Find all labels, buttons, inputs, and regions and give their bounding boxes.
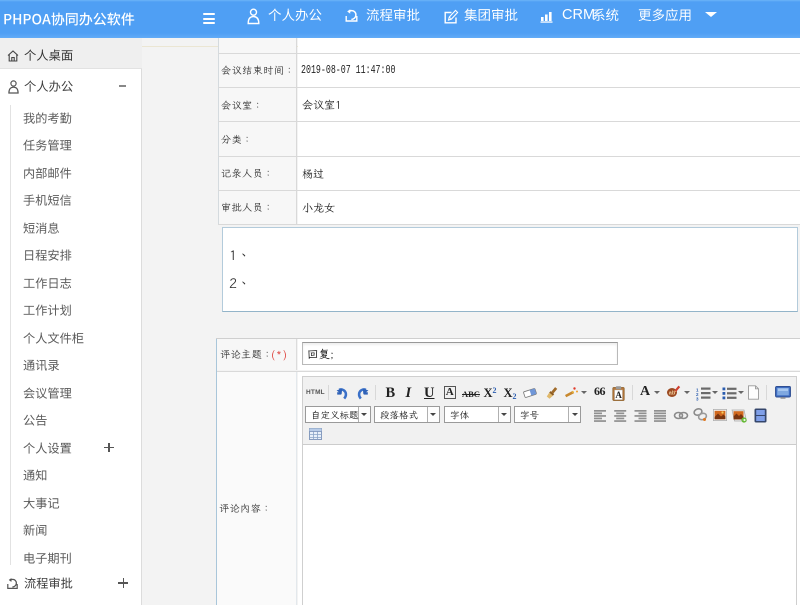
svg-text:A: A [615,390,622,400]
